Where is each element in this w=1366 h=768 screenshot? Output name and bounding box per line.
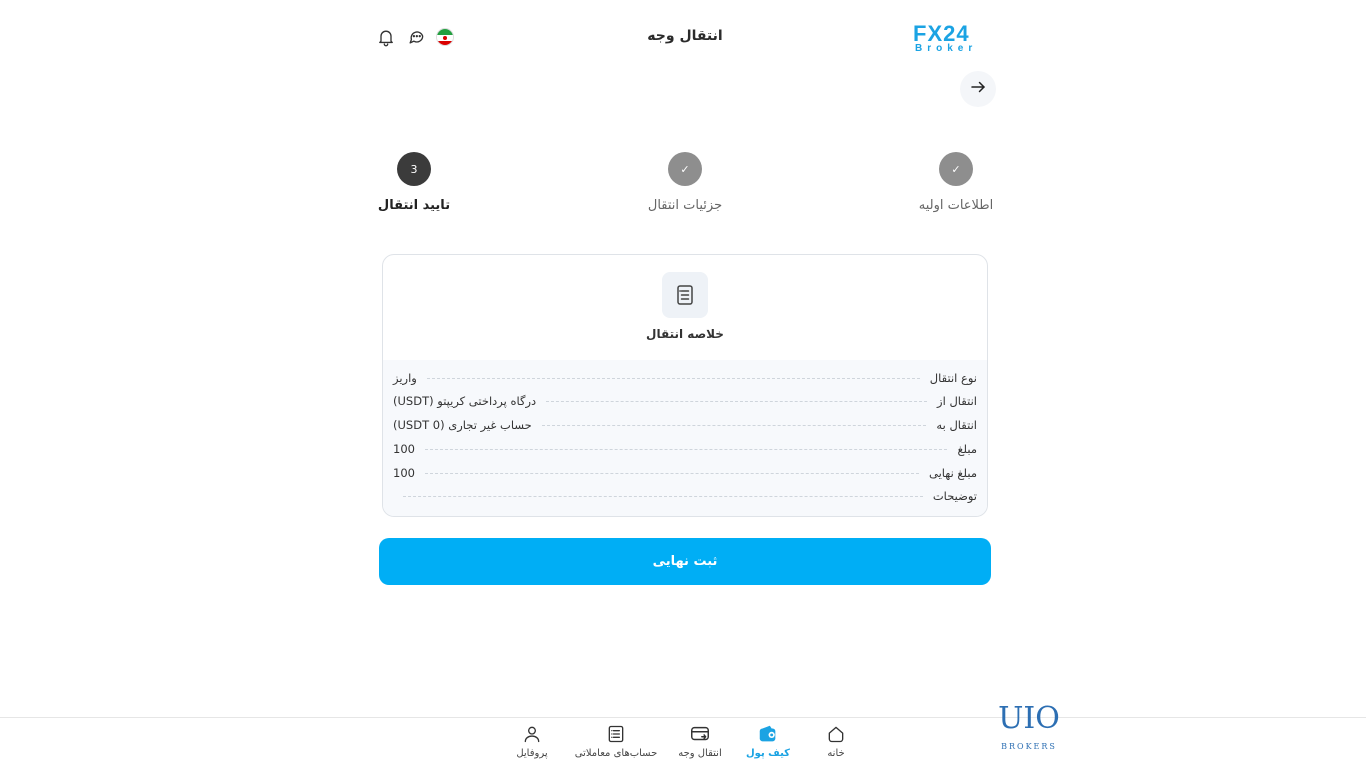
bell-icon[interactable] bbox=[375, 26, 397, 48]
row-value: 100 bbox=[393, 442, 415, 456]
accounts-list-icon bbox=[571, 722, 661, 746]
row-value: واریز bbox=[393, 371, 417, 385]
logo-subtext: Broker bbox=[915, 43, 978, 54]
summary-row-description: توضیحات bbox=[393, 486, 977, 506]
fx24-logo[interactable]: FX24 Broker bbox=[913, 22, 997, 55]
final-submit-button[interactable]: ثبت نهایی bbox=[379, 538, 991, 585]
row-label: مبلغ bbox=[957, 442, 977, 456]
step-transfer-details: ✓ جزئیات انتقال bbox=[625, 152, 745, 213]
receipt-icon bbox=[662, 272, 708, 318]
arrow-right-icon bbox=[969, 78, 987, 100]
row-label: توضیحات bbox=[932, 489, 977, 503]
row-value: 100 bbox=[393, 466, 415, 480]
step-label: تایید انتقال bbox=[377, 198, 451, 213]
row-divider bbox=[546, 400, 928, 402]
nav-label: حساب‌های معاملاتی bbox=[574, 748, 658, 759]
row-label: نوع انتقال bbox=[929, 371, 977, 385]
bottom-nav-divider bbox=[0, 717, 1366, 718]
step-label: جزئیات انتقال bbox=[647, 198, 723, 213]
row-divider bbox=[424, 448, 948, 450]
profile-icon bbox=[487, 722, 577, 746]
uio-brokers-watermark: UIO BROKERS bbox=[996, 700, 1062, 754]
summary-title: خلاصه انتقال bbox=[646, 327, 724, 341]
chat-icon[interactable] bbox=[405, 26, 427, 48]
summary-row-to: انتقال به حساب غیر تجاری (0 USDT) bbox=[393, 415, 977, 435]
back-button[interactable] bbox=[960, 71, 996, 107]
row-value: درگاه پرداختی کریپتو (USDT) bbox=[393, 394, 537, 408]
nav-label: پروفایل bbox=[516, 748, 548, 759]
summary-row-type: نوع انتقال واریز bbox=[393, 368, 977, 388]
page-title: انتقال وجه bbox=[647, 28, 723, 44]
step-number: 3 bbox=[397, 152, 431, 186]
step-confirm-transfer: 3 تایید انتقال bbox=[354, 152, 474, 213]
nav-item-profile[interactable]: پروفایل bbox=[487, 722, 577, 759]
nav-label: انتقال وجه bbox=[678, 748, 722, 759]
row-label: انتقال به bbox=[936, 418, 977, 432]
row-label: مبلغ نهایی bbox=[928, 466, 977, 480]
row-divider bbox=[424, 472, 919, 474]
row-divider bbox=[403, 495, 923, 497]
row-value: حساب غیر تجاری (0 USDT) bbox=[393, 418, 532, 432]
step-check-icon: ✓ bbox=[668, 152, 702, 186]
row-label: انتقال از bbox=[937, 394, 977, 408]
transfer-summary-card: خلاصه انتقال نوع انتقال واریز انتقال از … bbox=[382, 254, 988, 517]
step-initial-info: ✓ اطلاعات اولیه bbox=[896, 152, 1016, 213]
summary-row-from: انتقال از درگاه پرداختی کریپتو (USDT) bbox=[393, 391, 977, 411]
row-divider bbox=[426, 377, 920, 379]
summary-row-amount: مبلغ 100 bbox=[393, 439, 977, 459]
watermark-main: UIO bbox=[998, 701, 1060, 736]
nav-item-trading-accounts[interactable]: حساب‌های معاملاتی bbox=[571, 722, 661, 759]
summary-row-final-amount: مبلغ نهایی 100 bbox=[393, 463, 977, 483]
iran-flag-icon[interactable] bbox=[436, 28, 454, 46]
watermark-sub: BROKERS bbox=[1001, 742, 1057, 751]
summary-rows: نوع انتقال واریز انتقال از درگاه پرداختی… bbox=[383, 360, 987, 516]
step-check-icon: ✓ bbox=[939, 152, 973, 186]
row-divider bbox=[541, 424, 927, 426]
transfer-card-icon bbox=[655, 722, 745, 746]
nav-item-transfer[interactable]: انتقال وجه bbox=[655, 722, 745, 759]
step-label: اطلاعات اولیه bbox=[918, 198, 994, 213]
